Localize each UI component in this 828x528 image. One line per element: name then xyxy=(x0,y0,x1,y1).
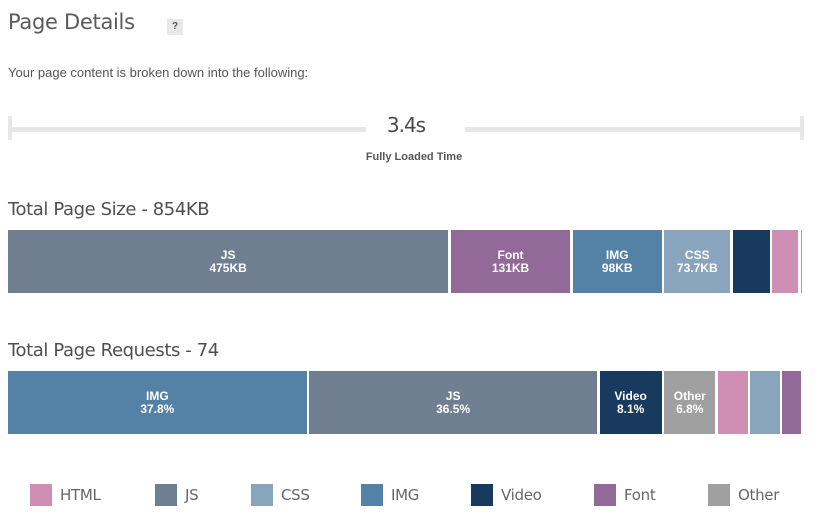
fully-loaded-time-label: Fully Loaded Time xyxy=(365,151,463,163)
bar-segment-js[interactable]: JS 475KB xyxy=(8,230,449,293)
legend-item-video: Video xyxy=(471,484,542,506)
segment-category-label: Font xyxy=(497,247,524,262)
legend-swatch xyxy=(30,484,52,506)
legend-swatch xyxy=(361,484,383,506)
legend-label: IMG xyxy=(391,486,420,504)
legend-item-js: JS xyxy=(155,484,199,506)
legend-swatch xyxy=(471,484,493,506)
segment-value-label: 98KB xyxy=(601,260,633,275)
page-title: Page Details xyxy=(8,10,135,34)
legend-swatch xyxy=(594,484,616,506)
timeline-line-right xyxy=(465,127,804,132)
bar-segment-css[interactable] xyxy=(750,371,780,434)
segment-value-label: 8.1% xyxy=(616,401,645,416)
legend-label: Other xyxy=(738,486,780,504)
fully-loaded-timeline: 3.4s xyxy=(8,113,804,142)
legend-item-img: IMG xyxy=(361,484,419,506)
segment-value-label: 475KB xyxy=(209,260,247,275)
segment-value-label: 37.8% xyxy=(140,401,175,416)
segment-category-label: IMG xyxy=(605,247,629,262)
chart-legend: HTML JS CSS IMG Video Font Other xyxy=(0,484,828,508)
legend-swatch xyxy=(708,484,730,506)
bar-segment-html[interactable] xyxy=(772,230,799,293)
segment-category-label: IMG xyxy=(146,388,169,403)
legend-label: Font xyxy=(624,486,656,504)
legend-swatch xyxy=(251,484,273,506)
total-page-requests-title: Total Page Requests - 74 xyxy=(8,340,219,361)
bar-segment-other[interactable] xyxy=(800,230,802,293)
total-page-size-title: Total Page Size - 854KB xyxy=(8,199,210,220)
page-subtitle: Your page content is broken down into th… xyxy=(8,65,309,80)
legend-label: Video xyxy=(501,486,542,504)
segment-value-label: 36.5% xyxy=(436,401,471,416)
legend-item-other: Other xyxy=(708,484,779,506)
bar-segment-img[interactable]: IMG 98KB xyxy=(572,230,662,293)
legend-item-html: HTML xyxy=(30,484,101,506)
legend-label: HTML xyxy=(60,486,101,504)
bar-segment-font[interactable] xyxy=(782,371,802,434)
fully-loaded-time-value: 3.4s xyxy=(386,113,426,137)
segment-category-label: JS xyxy=(220,247,236,262)
segment-category-label: Other xyxy=(673,388,706,403)
legend-label: CSS xyxy=(281,486,310,504)
segment-category-label: JS xyxy=(445,388,461,403)
segment-value-label: 73.7KB xyxy=(676,260,718,275)
bar-segment-html[interactable] xyxy=(717,371,748,434)
bar-segment-font[interactable]: Font 131KB xyxy=(450,230,571,293)
legend-item-font: Font xyxy=(594,484,656,506)
help-button[interactable]: ? xyxy=(167,19,183,35)
legend-item-css: CSS xyxy=(251,484,310,506)
bar-segment-js[interactable]: JS 36.5% xyxy=(309,371,598,434)
bar-segment-video[interactable]: Video 8.1% xyxy=(599,371,662,434)
segment-value-label: 6.8% xyxy=(676,401,704,416)
legend-swatch xyxy=(155,484,177,506)
segment-category-label: CSS xyxy=(684,247,710,262)
page-requests-bar: IMG 37.8% JS 36.5% Video 8.1% Other 6.8% xyxy=(8,371,804,434)
bar-segment-other[interactable]: Other 6.8% xyxy=(664,371,716,434)
segment-category-label: Video xyxy=(614,388,647,403)
page-size-bar: JS 475KB Font 131KB IMG 98KB CSS 73.7KB xyxy=(8,230,804,293)
bar-segment-video[interactable] xyxy=(732,230,770,293)
timeline-end-cap xyxy=(800,116,804,140)
legend-label: JS xyxy=(185,486,199,504)
segment-value-label: 131KB xyxy=(491,260,530,275)
bar-segment-css[interactable]: CSS 73.7KB xyxy=(664,230,731,293)
bar-segment-img[interactable]: IMG 37.8% xyxy=(8,371,307,434)
